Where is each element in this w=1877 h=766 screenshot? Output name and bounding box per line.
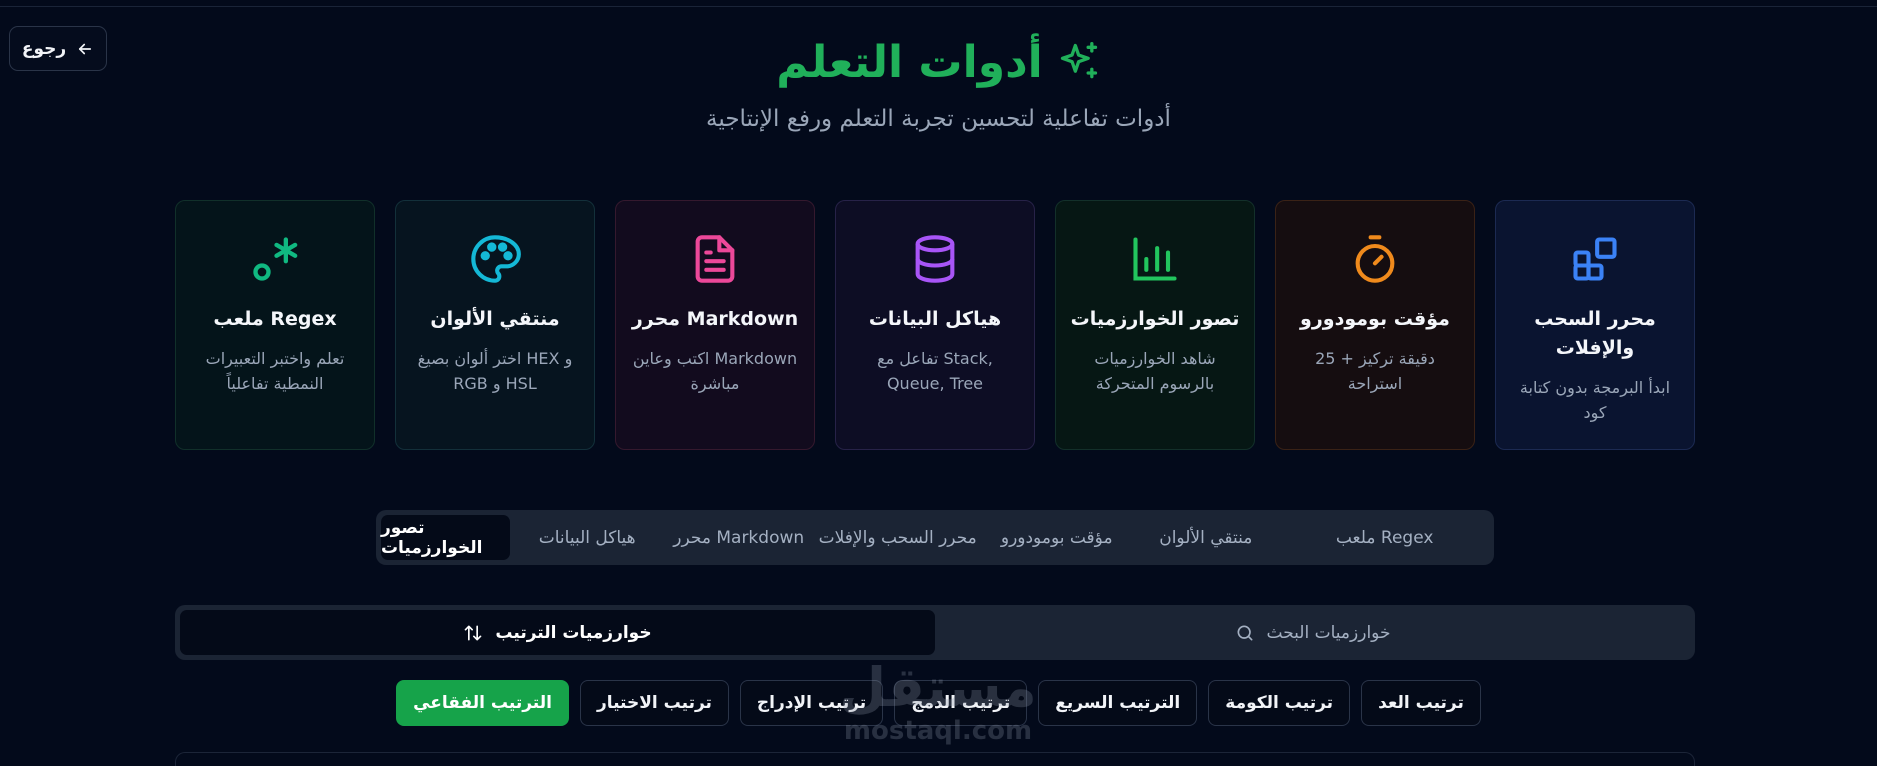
algorithm-category-toggle: خوارزميات الترتيب خوارزميات البحث xyxy=(175,605,1695,660)
card-description: اكتب وعاين Markdown مباشرة xyxy=(632,349,798,393)
tab-regex[interactable]: ملعب Regex xyxy=(1280,515,1489,560)
top-divider xyxy=(0,6,1877,7)
algo-quick-sort[interactable]: الترتيب السريع xyxy=(1038,680,1198,726)
tools-tab-bar: ملعب Regex منتقي الألوان مؤقت بومودورو م… xyxy=(376,510,1494,565)
card-title: محرر Markdown xyxy=(631,308,799,330)
card-description: 25 دقيقة تركيز + استراحة xyxy=(1315,349,1435,393)
card-description: ابدأ البرمجة بدون كتابة كود xyxy=(1519,378,1671,422)
card-title: هياكل البيانات xyxy=(868,308,1002,330)
file-text-icon xyxy=(689,233,741,285)
tab-data-structures[interactable]: هياكل البيانات xyxy=(510,515,664,560)
algo-counting-sort[interactable]: ترتيب العد xyxy=(1361,680,1481,726)
card-regex-playground[interactable]: ملعب Regex تعلم واختبر التعبيرات النمطية… xyxy=(175,200,375,450)
algo-insertion-sort[interactable]: ترتيب الإدراج xyxy=(739,680,884,726)
tab-markdown[interactable]: محرر Markdown xyxy=(664,515,813,560)
sorting-algorithms-button[interactable]: خوارزميات الترتيب xyxy=(180,610,935,655)
sorting-label: خوارزميات الترتيب xyxy=(495,622,652,643)
algo-merge-sort[interactable]: ترتيب الدمج xyxy=(894,680,1028,726)
card-pomodoro[interactable]: مؤقت بومودورو 25 دقيقة تركيز + استراحة xyxy=(1275,200,1475,450)
tab-algorithm-visualizer[interactable]: تصور الخوارزميات xyxy=(380,515,511,560)
visualizer-panel-edge xyxy=(175,752,1695,766)
card-title: منتقي الألوان xyxy=(430,308,560,330)
sparkles-icon xyxy=(1060,42,1097,79)
page-subtitle: أدوات تفاعلية لتحسين تجربة التعلم ورفع ا… xyxy=(706,106,1171,132)
tab-pomodoro[interactable]: مؤقت بومودورو xyxy=(982,515,1131,560)
search-icon xyxy=(1237,625,1253,640)
tab-drag-drop[interactable]: محرر السحب والإفلات xyxy=(813,515,982,560)
algo-selection-sort[interactable]: ترتيب الاختيار xyxy=(579,680,729,726)
card-description: تفاعل مع Stack, Queue, Tree xyxy=(877,349,993,393)
card-title: محرر السحب والإفلات xyxy=(1534,308,1656,359)
algo-bubble-sort[interactable]: الترتيب الفقاعي xyxy=(396,680,569,726)
algorithm-selector: ترتيب العد ترتيب الكومة الترتيب السريع ت… xyxy=(0,680,1877,726)
card-color-picker[interactable]: منتقي الألوان اختر ألوان بصيغ HEX و RGB … xyxy=(395,200,595,450)
timer-icon xyxy=(1349,233,1401,285)
page-title: أدوات التعلم xyxy=(776,36,1043,88)
bar-chart-icon xyxy=(1129,233,1181,285)
blocks-icon xyxy=(1569,233,1621,285)
card-title: مؤقت بومودورو xyxy=(1300,308,1450,330)
card-markdown-editor[interactable]: محرر Markdown اكتب وعاين Markdown مباشرة xyxy=(615,200,815,450)
regex-icon xyxy=(249,233,301,285)
card-drag-drop-editor[interactable]: محرر السحب والإفلات ابدأ البرمجة بدون كت… xyxy=(1495,200,1695,450)
card-title: ملعب Regex xyxy=(213,308,337,330)
page-header: أدوات التعلم xyxy=(0,32,1877,92)
database-icon xyxy=(909,233,961,285)
sort-arrows-icon xyxy=(465,625,482,640)
card-description: تعلم واختبر التعبيرات النمطية تفاعلياً xyxy=(205,349,345,393)
tab-color-picker[interactable]: منتقي الألوان xyxy=(1131,515,1280,560)
card-data-structures[interactable]: هياكل البيانات تفاعل مع Stack, Queue, Tr… xyxy=(835,200,1035,450)
searching-algorithms-button[interactable]: خوارزميات البحث xyxy=(935,610,1690,655)
searching-label: خوارزميات البحث xyxy=(1266,622,1391,643)
card-description: شاهد الخوارزميات بالرسوم المتحركة xyxy=(1094,349,1216,393)
card-algorithm-visualizer[interactable]: تصور الخوارزميات شاهد الخوارزميات بالرسو… xyxy=(1055,200,1255,450)
algo-heap-sort[interactable]: ترتيب الكومة xyxy=(1208,680,1351,726)
card-title: تصور الخوارزميات xyxy=(1070,308,1240,330)
card-description: اختر ألوان بصيغ HEX و RGB و HSL xyxy=(417,349,573,393)
palette-icon xyxy=(469,233,521,285)
tool-cards: محرر السحب والإفلات ابدأ البرمجة بدون كت… xyxy=(175,200,1695,450)
